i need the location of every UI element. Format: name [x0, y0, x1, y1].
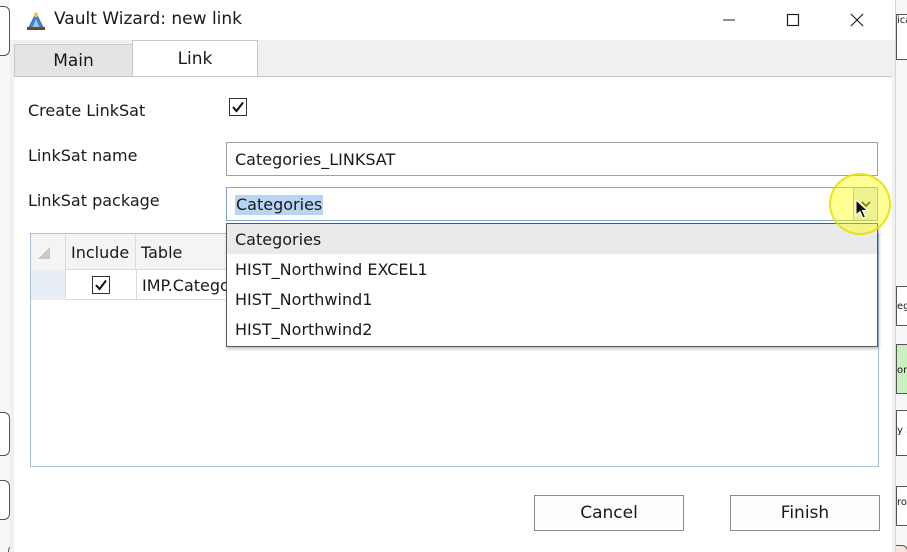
close-button[interactable] [825, 0, 889, 40]
background-node: y S [896, 410, 907, 456]
dropdown-option[interactable]: Categories [227, 224, 877, 254]
grid-column-include[interactable]: Include [66, 234, 136, 270]
include-checkbox[interactable] [92, 276, 110, 294]
linksat-package-combobox[interactable]: Categories [226, 187, 878, 221]
finish-button-label: Finish [780, 503, 830, 523]
background-node-text: ro [897, 497, 907, 508]
wizard-app-icon [27, 12, 45, 30]
linksat-name-label: LinkSat name [28, 146, 138, 165]
minimize-button[interactable] [697, 0, 761, 40]
tab-link-label: Link [177, 49, 213, 69]
background-node: on [896, 344, 907, 394]
corner-triangle-icon [38, 247, 50, 259]
title-bar[interactable]: Vault Wizard: new link [10, 0, 895, 40]
column-header-label: Table [141, 242, 183, 262]
grid-column-table[interactable]: Table [136, 234, 236, 270]
linksat-name-value: Categories_LINKSAT [235, 149, 396, 169]
dropdown-option[interactable]: HIST_Northwind1 [227, 284, 877, 314]
background-node-text: eg [897, 301, 907, 312]
row-header[interactable] [31, 270, 66, 300]
dropdown-option-label: HIST_Northwind EXCEL1 [235, 259, 428, 279]
link-tab-panel: Create LinkSat LinkSat name Categories_L… [14, 76, 892, 552]
dropdown-option-label: Categories [235, 229, 322, 249]
window-title: Vault Wizard: new link [54, 9, 243, 29]
cancel-button-label: Cancel [580, 503, 638, 523]
background-node: eg [896, 286, 907, 326]
tab-link[interactable]: Link [132, 40, 258, 77]
background-node [0, 6, 10, 56]
background-node-text: y S [897, 425, 907, 436]
tab-main-label: Main [53, 51, 94, 71]
linksat-name-input[interactable]: Categories_LINKSAT [226, 142, 878, 176]
finish-button[interactable]: Finish [730, 495, 880, 531]
maximize-icon [786, 13, 800, 27]
cancel-button[interactable]: Cancel [534, 495, 684, 531]
dropdown-option[interactable]: HIST_Northwind EXCEL1 [227, 254, 877, 284]
close-icon [850, 13, 864, 27]
create-linksat-checkbox[interactable] [229, 98, 247, 116]
select-all-corner[interactable] [31, 234, 66, 270]
package-dropdown-list: Categories HIST_Northwind EXCEL1 HIST_No… [226, 223, 878, 347]
minimize-icon [723, 19, 735, 21]
checkmark-icon [232, 101, 244, 113]
dropdown-option[interactable]: HIST_Northwind2 [227, 314, 877, 344]
mouse-pointer-icon [855, 199, 869, 219]
background-node [0, 480, 10, 520]
checkmark-icon [95, 279, 107, 291]
dropdown-option-label: HIST_Northwind1 [235, 289, 373, 309]
background-node: ro [896, 486, 907, 526]
include-cell[interactable] [66, 270, 136, 300]
tab-main[interactable]: Main [14, 44, 133, 77]
create-linksat-label: Create LinkSat [28, 101, 146, 120]
linksat-package-value: Categories [235, 195, 324, 215]
dropdown-option-label: HIST_Northwind2 [235, 319, 373, 339]
background-node-text: ica [897, 15, 907, 26]
linksat-package-label: LinkSat package [28, 191, 160, 210]
vault-wizard-dialog: Vault Wizard: new link Main Link Create … [10, 0, 896, 552]
maximize-button[interactable] [761, 0, 825, 40]
background-node: ica [896, 14, 907, 60]
table-name: IMP.Catego [142, 275, 230, 295]
background-node-text: on [897, 365, 907, 376]
background-node [0, 412, 10, 456]
column-header-label: Include [71, 242, 130, 262]
